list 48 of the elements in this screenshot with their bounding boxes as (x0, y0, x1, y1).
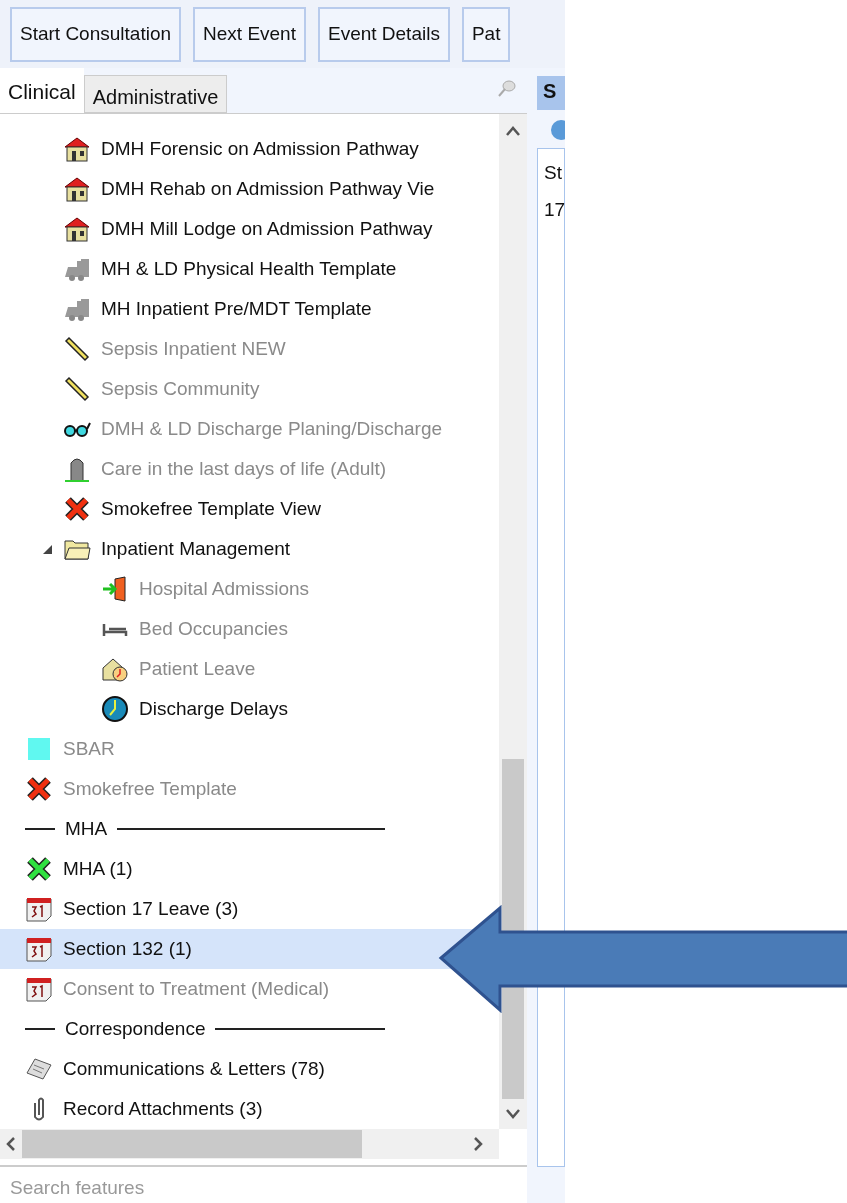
house-icon (63, 175, 91, 203)
letters-icon (25, 1055, 53, 1083)
tree-item[interactable]: Record Attachments (3) (0, 1089, 480, 1129)
scroll-left-icon[interactable] (4, 1136, 18, 1152)
ruler-icon (63, 335, 91, 363)
cross-icon (63, 495, 91, 523)
column-header: St (544, 161, 563, 185)
tree-item[interactable]: MH & LD Physical Health Template (0, 249, 480, 289)
expander-icon[interactable] (41, 543, 53, 555)
search-field[interactable]: Search features (0, 1167, 527, 1203)
headstone-icon (63, 455, 91, 483)
door-entry-icon (101, 575, 129, 603)
tree-item[interactable]: Section 17 Leave (3) (0, 889, 480, 929)
cross-icon (25, 855, 53, 883)
toolbar-button[interactable]: Pat (461, 6, 511, 62)
cross-icon (25, 775, 53, 803)
tree-item[interactable]: Discharge Delays (0, 689, 480, 729)
tree-item[interactable]: DMH Forensic on Admission Pathway (0, 129, 480, 169)
calendar-icon (25, 975, 53, 1003)
tree-item[interactable]: DMH Mill Lodge on Admission Pathway (0, 209, 480, 249)
tree-item[interactable]: Communications & Letters (78) (0, 1049, 480, 1089)
toolbar-button[interactable]: Next Event (193, 6, 306, 62)
tree-item[interactable]: MH Inpatient Pre/MDT Template (0, 289, 480, 329)
scroll-down-icon[interactable] (505, 1107, 521, 1121)
tree-item[interactable]: Inpatient Management (0, 529, 480, 569)
clock-icon (101, 695, 129, 723)
horizontal-scrollbar[interactable] (0, 1129, 499, 1159)
panel-header: S (537, 76, 565, 110)
ruler-icon (63, 375, 91, 403)
section-heading: Correspondence (64, 1016, 207, 1041)
tree-item[interactable]: DMH Rehab on Admission Pathway Vie (0, 169, 480, 209)
section-heading: MHA (64, 816, 109, 841)
tree-item[interactable]: MHA (1) (0, 849, 480, 889)
tab[interactable]: Clinical (0, 68, 84, 113)
scroll-up-icon[interactable] (505, 124, 521, 138)
scroll-thumb[interactable] (22, 1130, 362, 1158)
house-icon (63, 135, 91, 163)
calendar-icon (25, 935, 53, 963)
table-cell-text: 17 (544, 197, 564, 222)
calendar-icon (25, 895, 53, 923)
vertical-scrollbar[interactable] (499, 114, 527, 1129)
square-icon (25, 735, 53, 763)
toolbar-button[interactable]: Event Details (317, 6, 450, 62)
scroll-right-icon[interactable] (471, 1136, 485, 1152)
house-icon (63, 215, 91, 243)
tree-item[interactable]: Smokefree Template View (0, 489, 480, 529)
tab[interactable]: Administrative (83, 75, 228, 113)
toolbar-button[interactable]: Start Consultation (10, 6, 182, 62)
